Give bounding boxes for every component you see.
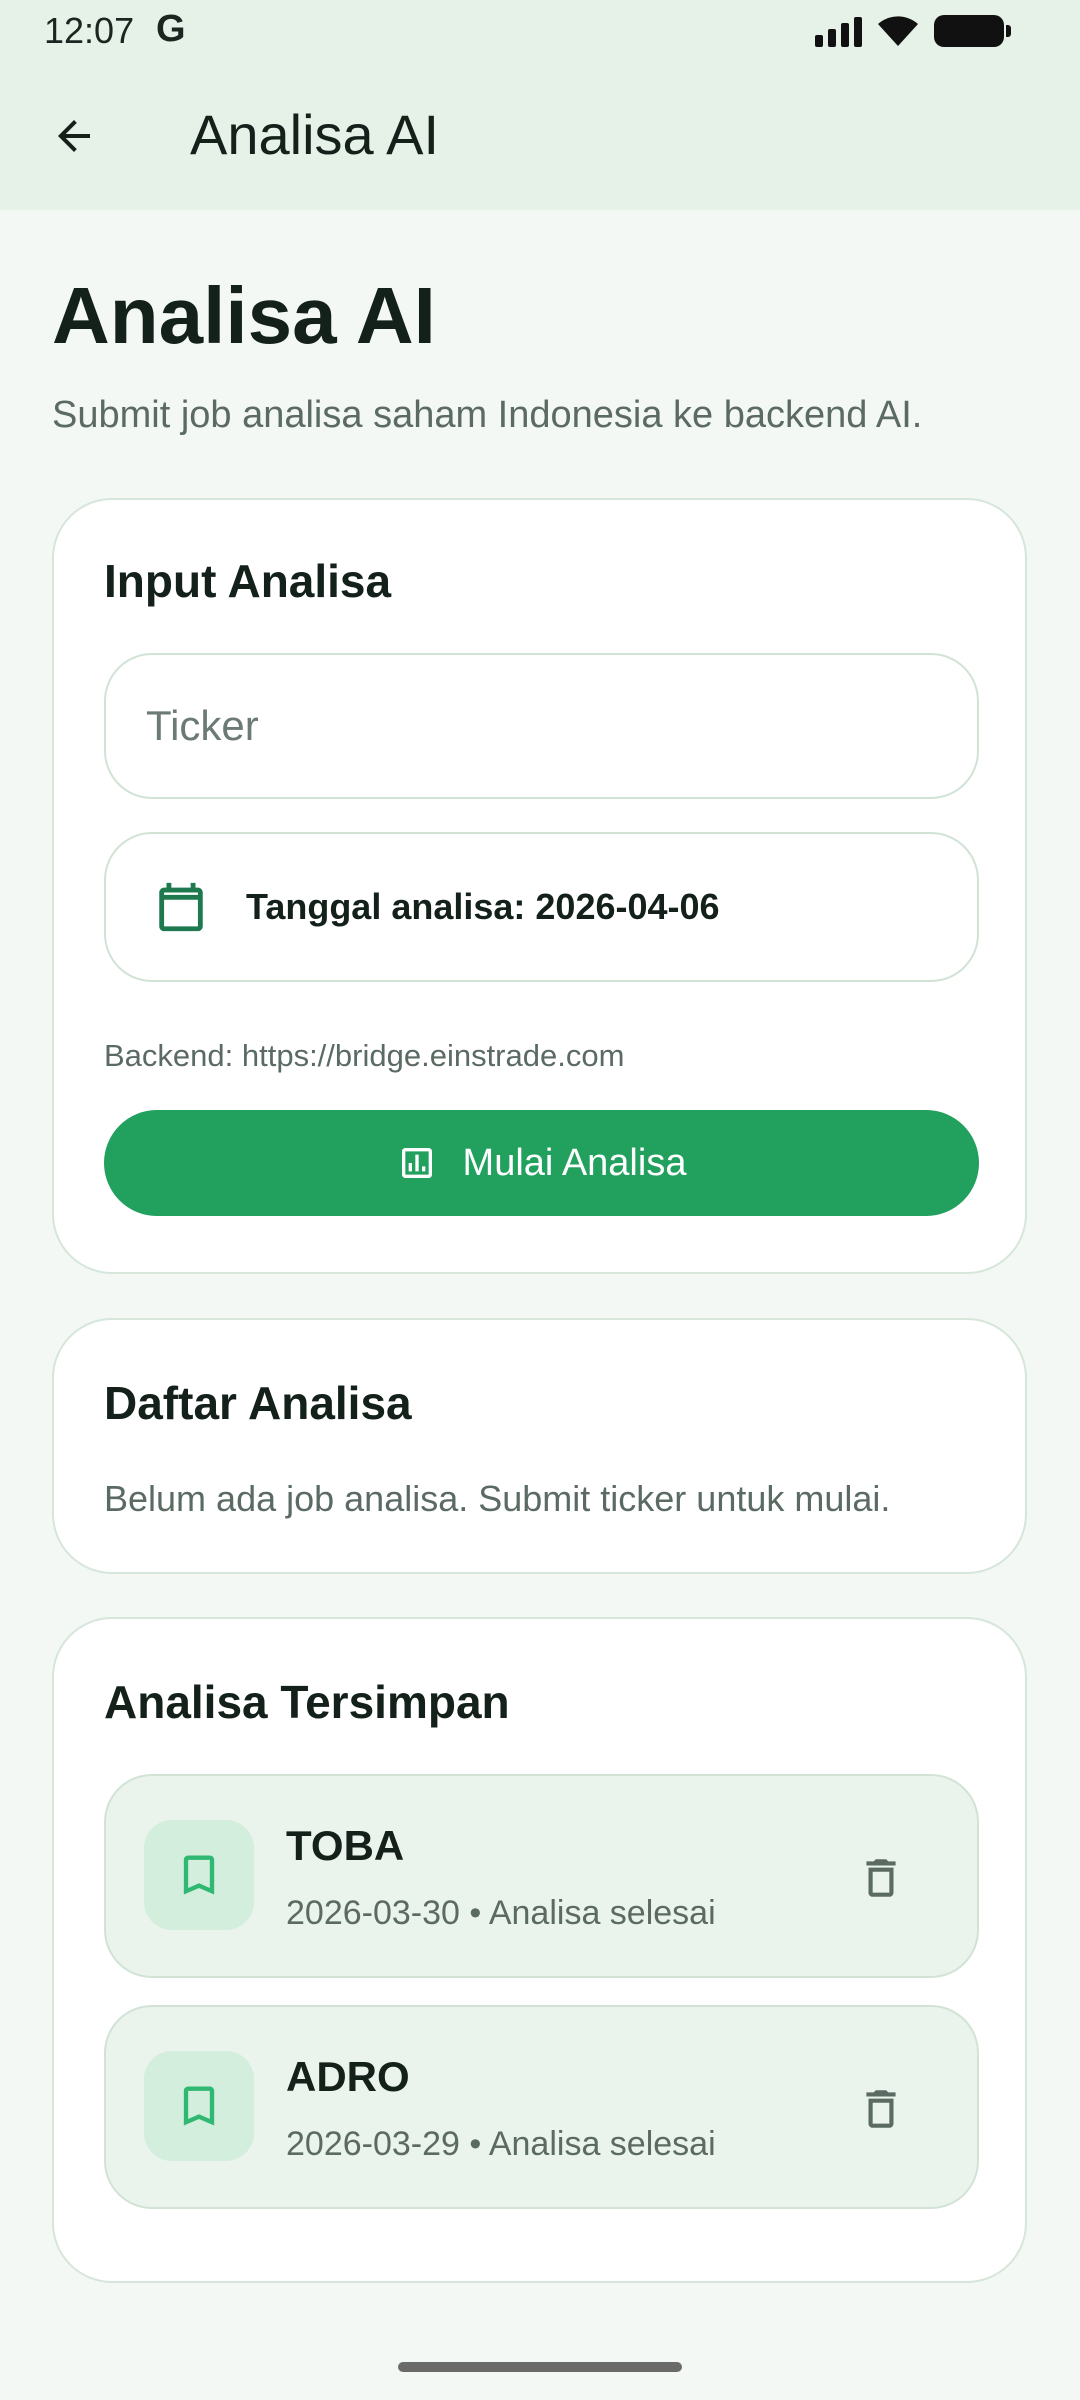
backend-url-text: Backend: https://bridge.einstrade.com (104, 1038, 625, 1073)
trash-icon (866, 1859, 896, 1897)
saved-item[interactable]: ADRO 2026-03-29 • Analisa selesai (104, 2005, 979, 2209)
delete-button[interactable] (845, 2073, 917, 2145)
saved-item-meta: 2026-03-30 • Analisa selesai (286, 1894, 716, 1932)
wifi-icon (878, 16, 918, 46)
analytics-icon (401, 1148, 432, 1178)
date-label: Tanggal analisa: 2026-04-06 (246, 886, 720, 927)
bookmark-badge (144, 1820, 254, 1930)
ticker-field[interactable] (104, 653, 979, 799)
saved-item-meta: 2026-03-29 • Analisa selesai (286, 2125, 716, 2163)
ticker-input[interactable] (106, 655, 977, 797)
page-title: Analisa AI (52, 271, 436, 360)
app-bar-title: Analisa AI (190, 103, 440, 166)
saved-item-ticker: TOBA (286, 1822, 405, 1869)
start-analysis-label: Mulai Analisa (462, 1141, 687, 1184)
input-card: Input Analisa Tanggal analisa: 2026-04-0… (52, 498, 1027, 1274)
saved-analysis-title: Analisa Tersimpan (104, 1676, 510, 1728)
page-subtitle: Submit job analisa saham Indonesia ke ba… (52, 394, 923, 436)
google-g-icon: G (156, 8, 186, 50)
input-card-title: Input Analisa (104, 555, 392, 607)
bookmark-icon (183, 1855, 215, 1895)
battery-icon (934, 15, 1011, 47)
empty-state-text: Belum ada job analisa. Submit ticker unt… (104, 1478, 891, 1519)
calendar-icon (159, 882, 203, 932)
analysis-list-card: Daftar Analisa Belum ada job analisa. Su… (52, 1318, 1027, 1574)
trash-icon (866, 2090, 896, 2128)
home-indicator[interactable] (398, 2362, 682, 2372)
analysis-list-title: Daftar Analisa (104, 1377, 412, 1429)
status-icons (815, 14, 1011, 48)
bookmark-icon (183, 2086, 215, 2126)
saved-analysis-card: Analisa Tersimpan TOBA 2026-03-30 • Anal… (52, 1617, 1027, 2283)
status-bar: 12:07 G (0, 0, 1080, 62)
bookmark-badge (144, 2051, 254, 2161)
signal-icon (815, 15, 862, 47)
saved-item-ticker: ADRO (286, 2053, 410, 2100)
status-time: 12:07 (44, 10, 135, 51)
app-bar: Analisa AI (0, 62, 1080, 210)
saved-item[interactable]: TOBA 2026-03-30 • Analisa selesai (104, 1774, 979, 1978)
back-button[interactable] (40, 102, 108, 170)
arrow-back-icon (58, 120, 90, 152)
date-picker-field[interactable]: Tanggal analisa: 2026-04-06 (104, 832, 979, 982)
start-analysis-button[interactable]: Mulai Analisa (104, 1110, 979, 1216)
delete-button[interactable] (845, 1842, 917, 1914)
